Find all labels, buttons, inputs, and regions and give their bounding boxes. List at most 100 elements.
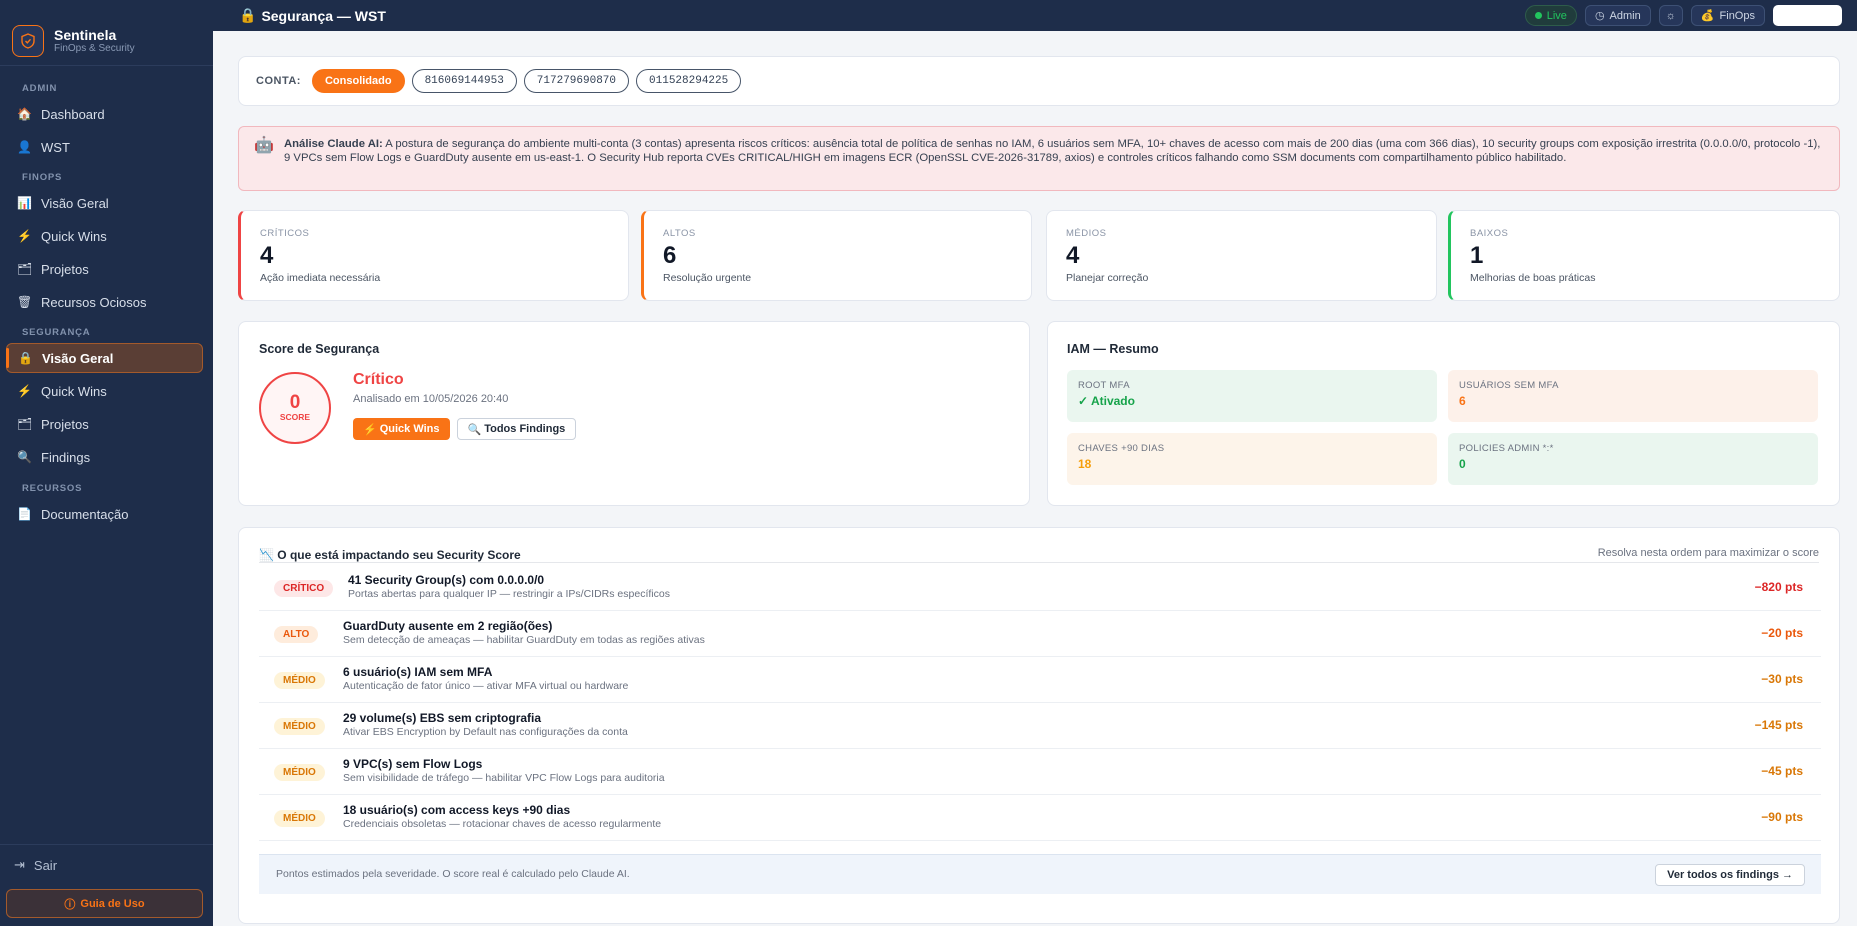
- document-icon: 📄: [17, 507, 32, 521]
- page-title: 🔒 Segurança — WST: [239, 7, 386, 24]
- live-dot-icon: [1534, 12, 1542, 19]
- sidebar-item-security-overview[interactable]: 🔒 Visão Geral: [6, 343, 203, 373]
- iam-box-value: 0: [1459, 457, 1466, 471]
- score-actions: ⚡ Quick Wins 🔍 Todos Findings: [353, 418, 577, 440]
- sidebar-item-label: WST: [41, 139, 70, 155]
- live-label: Live: [1546, 9, 1567, 22]
- stat-critical[interactable]: CRÍTICOS 4 Ação imediata necessária: [238, 210, 629, 301]
- sidebar-item-label: Quick Wins: [41, 383, 107, 399]
- analysis-text: A postura de segurança do ambiente multi…: [284, 138, 1821, 164]
- severity-badge: ALTO: [274, 626, 319, 643]
- severity-badge: CRÍTICO: [274, 580, 334, 597]
- table-row[interactable]: MÉDIO 18 usuário(s) com access keys +90 …: [259, 795, 1821, 841]
- sidebar-item-documentation[interactable]: 📄 Documentação: [6, 499, 203, 529]
- stat-subtitle: Ação imediata necessária: [260, 272, 381, 284]
- folder-icon: 🗂: [17, 262, 33, 276]
- sidebar-item-findings[interactable]: 🔍 Findings: [6, 442, 203, 472]
- stat-label: BAIXOS: [1470, 228, 1509, 239]
- row-points: −30 pts: [1761, 672, 1803, 686]
- row-description: Credenciais obsoletas — rotacionar chave…: [343, 818, 662, 830]
- account-option-consolidated[interactable]: Consolidado: [311, 69, 405, 93]
- account-option[interactable]: 816069144953: [411, 69, 517, 93]
- account-selector: CONTA: Consolidado 816069144953 71727969…: [238, 56, 1840, 106]
- sidebar-item-finops-projects[interactable]: 🗂 Projetos: [6, 254, 203, 284]
- guide-label: Guia de Uso: [80, 897, 145, 910]
- table-row[interactable]: ALTO GuardDuty ausente em 2 região(ões) …: [259, 611, 1821, 657]
- nav-section-admin: ADMIN: [22, 83, 58, 94]
- home-icon: 🏠: [17, 107, 32, 121]
- account-option[interactable]: 011528294225: [636, 69, 742, 93]
- lock-icon: 🔒: [239, 7, 257, 23]
- table-row[interactable]: MÉDIO 6 usuário(s) IAM sem MFA Autentica…: [259, 657, 1821, 703]
- sidebar-item-idle-resources[interactable]: 🗑 Recursos Ociosos: [6, 287, 203, 317]
- sidebar-footer: ⇥ Sair ⓘ Guia de Uso: [0, 844, 213, 926]
- row-title: 6 usuário(s) IAM sem MFA: [343, 665, 493, 679]
- stat-high[interactable]: ALTOS 6 Resolução urgente: [641, 210, 1032, 301]
- row-title: 18 usuário(s) com access keys +90 dias: [343, 803, 571, 817]
- clock-icon: ◷: [1594, 10, 1605, 22]
- sidebar-item-finops-quick-wins[interactable]: ⚡ Quick Wins: [6, 221, 203, 251]
- iam-box-label: ROOT MFA: [1078, 380, 1130, 391]
- live-badge[interactable]: Live: [1524, 5, 1577, 26]
- page-title-text: Segurança — WST: [261, 7, 386, 24]
- iam-box-label: POLICIES ADMIN *:*: [1459, 443, 1554, 454]
- severity-badge: MÉDIO: [274, 718, 325, 735]
- robot-icon: 🤖: [254, 137, 274, 154]
- row-points: −20 pts: [1761, 626, 1803, 640]
- account-option[interactable]: 717279690870: [523, 69, 630, 93]
- score-value: 0: [289, 392, 301, 413]
- security-score-card: Score de Segurança 0 SCORE Crítico Anali…: [238, 321, 1030, 506]
- row-description: Ativar EBS Encryption by Default nas con…: [343, 726, 628, 738]
- table-row[interactable]: MÉDIO 9 VPC(s) sem Flow Logs Sem visibil…: [259, 749, 1821, 795]
- stat-subtitle: Planejar correção: [1066, 272, 1149, 284]
- sidebar-item-label: Documentação: [41, 506, 129, 522]
- sidebar-item-dashboard[interactable]: 🏠 Dashboard: [6, 99, 203, 129]
- all-findings-button[interactable]: 🔍 Todos Findings: [456, 418, 577, 440]
- brand[interactable]: Sentinela FinOps & Security: [0, 0, 213, 66]
- quick-wins-label: Quick Wins: [379, 423, 440, 435]
- guide-button[interactable]: ⓘ Guia de Uso: [6, 889, 203, 918]
- money-bag-icon: 💰: [1700, 10, 1715, 22]
- row-points: −90 pts: [1761, 810, 1803, 824]
- sidebar-item-security-projects[interactable]: 🗂 Projetos: [6, 409, 203, 439]
- logout-label: Sair: [33, 857, 58, 873]
- stat-label: MÉDIOS: [1066, 228, 1107, 239]
- analysis-title: Análise Claude AI:: [284, 138, 383, 150]
- stat-value: 4: [1066, 242, 1080, 269]
- stat-value: 4: [260, 242, 274, 269]
- sidebar-item-label: Projetos: [41, 416, 89, 432]
- row-description: Autenticação de fator único — ativar MFA…: [343, 680, 629, 692]
- user-menu-button[interactable]: [1773, 5, 1842, 26]
- impact-title-text: O que está impactando seu Security Score: [277, 548, 521, 562]
- iam-card-title: IAM — Resumo: [1067, 342, 1159, 356]
- stat-subtitle: Resolução urgente: [663, 272, 752, 284]
- table-row[interactable]: MÉDIO 29 volume(s) EBS sem criptografia …: [259, 703, 1821, 749]
- iam-box-label: CHAVES +90 DIAS: [1078, 443, 1165, 454]
- bolt-icon: ⚡: [17, 384, 32, 398]
- row-description: Sem visibilidade de tráfego — habilitar …: [343, 772, 665, 784]
- score-impact-card: 📉 O que está impactando seu Security Sco…: [238, 527, 1840, 924]
- view-all-findings-button[interactable]: Ver todos os findings →: [1655, 864, 1805, 886]
- sidebar-item-label: Findings: [41, 449, 91, 465]
- iam-box-value: 6: [1459, 394, 1466, 408]
- severity-badge: MÉDIO: [274, 810, 325, 827]
- sidebar: Sentinela FinOps & Security ADMIN 🏠 Dash…: [0, 0, 213, 926]
- bolt-icon: ⚡: [17, 229, 32, 243]
- stat-medium[interactable]: MÉDIOS 4 Planejar correção: [1046, 210, 1437, 301]
- sun-icon: ☼: [1665, 9, 1676, 22]
- stat-low[interactable]: BAIXOS 1 Melhorias de boas práticas: [1448, 210, 1840, 301]
- sidebar-item-wst[interactable]: 👤 WST: [6, 132, 203, 162]
- admin-button[interactable]: ◷ Admin: [1584, 5, 1651, 26]
- finops-button[interactable]: 💰 FinOps: [1690, 5, 1765, 26]
- nav-section-resources: RECURSOS: [22, 483, 83, 494]
- sidebar-item-security-quick-wins[interactable]: ⚡ Quick Wins: [6, 376, 203, 406]
- quick-wins-button[interactable]: ⚡ Quick Wins: [353, 418, 450, 440]
- logout-button[interactable]: ⇥ Sair: [14, 857, 57, 873]
- finops-label: FinOps: [1719, 9, 1755, 22]
- row-description: Portas abertas para qualquer IP — restri…: [348, 588, 670, 600]
- theme-toggle-button[interactable]: ☼: [1658, 5, 1683, 26]
- table-row[interactable]: CRÍTICO 41 Security Group(s) com 0.0.0.0…: [259, 565, 1821, 611]
- row-description: Sem detecção de ameaças — habilitar Guar…: [343, 634, 705, 646]
- sidebar-item-finops-overview[interactable]: 📊 Visão Geral: [6, 188, 203, 218]
- score-analyzed-at: Analisado em 10/05/2026 20:40: [353, 393, 509, 405]
